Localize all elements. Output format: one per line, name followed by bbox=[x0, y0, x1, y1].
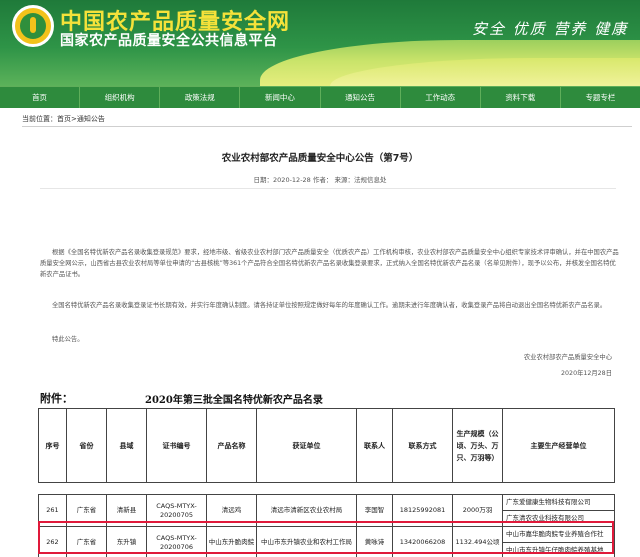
article-paragraph-3: 特此公告。 bbox=[52, 336, 84, 343]
site-slogan: 安全 优质 营养 健康 bbox=[472, 20, 629, 38]
th-province: 省份 bbox=[66, 408, 107, 483]
site-subtitle: 国家农产品质量安全公共信息平台 bbox=[60, 33, 278, 49]
cell-phone: 18125992081 bbox=[392, 494, 453, 527]
breadcrumb-divider bbox=[22, 126, 632, 127]
nav-item-downloads[interactable]: 资料下载 bbox=[481, 87, 561, 108]
th-producers: 主要生产经营单位 bbox=[502, 408, 615, 483]
nav-item-organization[interactable]: 组织机构 bbox=[80, 87, 161, 108]
th-county: 县域 bbox=[106, 408, 147, 483]
site-logo[interactable] bbox=[12, 5, 54, 47]
cell-cert: CAQS-MTYX-20200705 bbox=[146, 494, 207, 527]
th-phone: 联系方式 bbox=[392, 408, 453, 483]
article-paragraph-2: 全国名特优新农产品名录收集登录证书长期有效，并实行年度确认制度。请各持证单位按照… bbox=[52, 302, 607, 309]
th-unit: 获证单位 bbox=[256, 408, 357, 483]
cell-product: 清远鸡 bbox=[206, 494, 257, 527]
nav-item-news[interactable]: 新闻中心 bbox=[240, 87, 321, 108]
th-cert: 证书编号 bbox=[146, 408, 207, 483]
product-list-table: 序号 省份 县域 证书编号 产品名称 获证单位 联系人 联系方式 生产规模（公顷… bbox=[38, 408, 615, 557]
nav-item-topics[interactable]: 专题专栏 bbox=[561, 87, 640, 108]
cell-contact: 李国智 bbox=[356, 494, 393, 527]
cell-scale: 2000万羽 bbox=[452, 494, 503, 527]
cell-producer: 广东清农农业科技有限公司 bbox=[502, 510, 615, 527]
cell-scale: 1132.494公顷 bbox=[452, 526, 503, 557]
cell-cert: CAQS-MTYX-20200706 bbox=[146, 526, 207, 557]
article-signature-org: 农业农村部农产品质量安全中心 bbox=[523, 354, 612, 361]
table-gap-row bbox=[38, 482, 615, 495]
cell-producer: 中山市嘉华脆肉鲩专业养殖合作社 bbox=[502, 526, 615, 543]
cell-unit: 清远市清新区农业农村局 bbox=[256, 494, 357, 527]
cell-province: 广东省 bbox=[66, 526, 107, 557]
th-no: 序号 bbox=[38, 408, 67, 483]
breadcrumb[interactable]: 当前位置：首页>通知公告 bbox=[22, 114, 105, 124]
nav-item-notices[interactable]: 通知公告 bbox=[321, 87, 401, 108]
cell-phone: 13420066208 bbox=[392, 526, 453, 557]
main-nav: 首页 组织机构 政策法规 新闻中心 通知公告 工作动态 资料下载 专题专栏 bbox=[0, 86, 640, 108]
th-scale: 生产规模（公顷、万头、万只、万羽等） bbox=[452, 408, 503, 483]
cell-no: 261 bbox=[38, 494, 67, 527]
site-header-banner: 中国农产品质量安全网 国家农产品质量安全公共信息平台 安全 优质 营养 健康 bbox=[0, 0, 640, 86]
attachment-title: 2020年第三批全国名特优新农产品名录 bbox=[145, 395, 323, 406]
table-row-highlighted: 262 广东省 东升镇 CAQS-MTYX-20200706 中山东升脆肉鲩 中… bbox=[38, 526, 615, 557]
th-contact: 联系人 bbox=[356, 408, 393, 483]
cell-producer: 中山市东升镇午仔脆肉鲩养殖基地 bbox=[502, 542, 615, 557]
th-product: 产品名称 bbox=[206, 408, 257, 483]
attachment-label: 附件： bbox=[40, 392, 73, 405]
nav-item-work-updates[interactable]: 工作动态 bbox=[401, 87, 481, 108]
article-signature-date: 2020年12月28日 bbox=[561, 370, 612, 377]
nav-item-policy[interactable]: 政策法规 bbox=[160, 87, 241, 108]
table-header-row: 序号 省份 县域 证书编号 产品名称 获证单位 联系人 联系方式 生产规模（公顷… bbox=[38, 408, 615, 483]
cell-product: 中山东升脆肉鲩 bbox=[206, 526, 257, 557]
cell-province: 广东省 bbox=[66, 494, 107, 527]
cell-unit: 中山市东升镇农业和农村工作局 bbox=[256, 526, 357, 557]
cell-producer: 广东爱健康生物科技有限公司 bbox=[502, 494, 615, 511]
cell-contact: 黄咏诗 bbox=[356, 526, 393, 557]
cell-no: 262 bbox=[38, 526, 67, 557]
table-row: 261 广东省 清新县 CAQS-MTYX-20200705 清远鸡 清远市清新… bbox=[38, 494, 615, 527]
nav-item-home[interactable]: 首页 bbox=[0, 87, 81, 108]
article-meta: 日期：2020-12-28 作者： 来源：法规信息处 bbox=[253, 176, 387, 184]
cell-county: 清新县 bbox=[106, 494, 147, 527]
article-paragraph-1: 根据《全国名特优新农产品名录收集登录规范》要求，经地市级、省级农业农村部门农产品… bbox=[40, 249, 619, 278]
cell-county: 东升镇 bbox=[106, 526, 147, 557]
article-title: 农业农村部农产品质量安全中心公告（第7号） bbox=[221, 153, 419, 164]
article-divider bbox=[40, 188, 616, 189]
